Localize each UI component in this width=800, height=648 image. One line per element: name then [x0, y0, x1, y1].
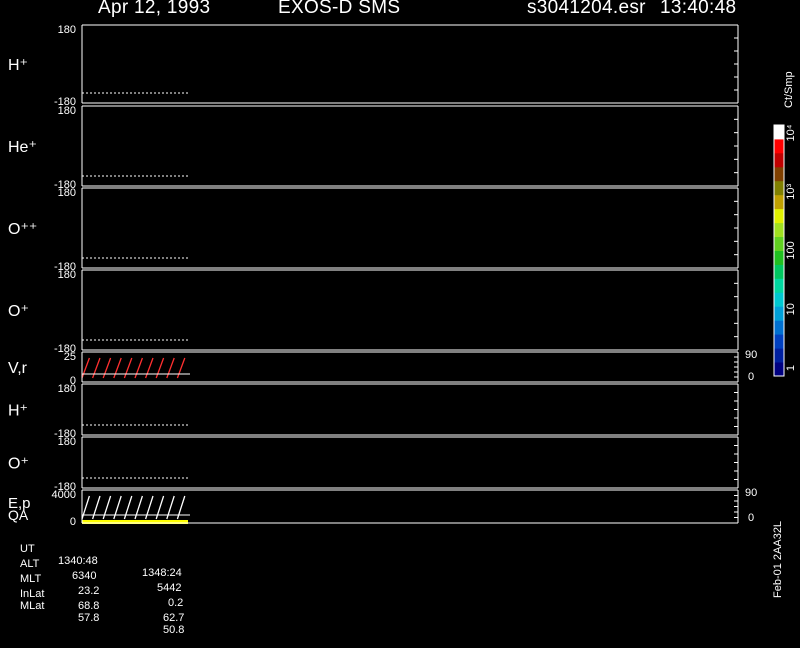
footer-label: MLat: [20, 600, 45, 612]
footer-value-end: 1348:24: [142, 567, 182, 579]
y-axis-max-label: 180: [58, 24, 76, 36]
panel-label: V,r: [8, 360, 28, 377]
footer-value-start: 6340: [72, 570, 97, 582]
y-axis-max-label: 180: [58, 269, 76, 281]
colorbar-segment: [774, 264, 784, 279]
right-axis-max: 90: [745, 349, 757, 361]
colorbar-tick-label: 1: [785, 365, 797, 371]
y-axis-max-label: 180: [58, 436, 76, 448]
colorbar-segment: [774, 125, 784, 140]
right-axis-min: 0: [748, 371, 754, 383]
footer-row-mlat: MLat 57.8 50.8: [20, 588, 184, 648]
colorbar-segment: [774, 250, 784, 265]
panel-label: O⁺: [8, 303, 29, 320]
colorbar-segment: [774, 208, 784, 224]
trace-line: [81, 495, 186, 520]
colorbar-segment: [774, 292, 784, 307]
colorbar-segment: [774, 180, 784, 196]
trace-line: [81, 357, 186, 379]
footer-value-start: 57.8: [78, 612, 100, 624]
footer-value-start: 68.8: [78, 600, 100, 612]
footer-value-start: 23.2: [78, 585, 100, 597]
colorbar-segment: [774, 362, 784, 377]
colorbar-segment: [774, 306, 784, 321]
colorbar-segment: [774, 222, 784, 237]
colorbar-segment: [774, 166, 784, 182]
colorbar-segment: [774, 348, 784, 363]
y-axis-min-label: 0: [70, 516, 76, 528]
colorbar-label: Ct/Smp: [783, 71, 795, 108]
footer-value-end: 62.7: [163, 612, 185, 624]
panel-label-secondary: QA: [8, 507, 29, 523]
colorbar-tick-label: 10³: [785, 184, 797, 200]
panel-label: H⁺: [8, 57, 28, 74]
colorbar-tick-label: 10⁴: [785, 124, 797, 141]
footer-value-end: 5442: [157, 582, 182, 594]
y-axis-max-label: 4000: [52, 489, 76, 501]
colorbar-tick-label: 10: [785, 303, 797, 315]
colorbar-segment: [774, 334, 784, 349]
footer-value-end: 50.8: [163, 624, 185, 636]
colorbar-segment: [774, 138, 784, 154]
colorbar-segment: [774, 320, 784, 335]
colorbar-segment: [774, 194, 784, 210]
colorbar-segment: [774, 236, 784, 251]
panel-label: He⁺: [8, 139, 37, 156]
panel-label: H⁺: [8, 403, 28, 420]
right-axis-min: 0: [748, 512, 754, 524]
colorbar-segment: [774, 278, 784, 293]
colorbar-segment: [774, 152, 784, 168]
y-axis-max-label: 180: [58, 105, 76, 117]
footer-value-end: 0.2: [168, 597, 184, 609]
panel-label: O⁺: [8, 456, 29, 473]
y-axis-max-label: 180: [58, 383, 76, 395]
footer-value-start: 1340:48: [58, 555, 98, 567]
y-axis-max-label: 25: [64, 351, 76, 363]
right-axis-max: 90: [745, 487, 757, 499]
spectrogram-plot: 180-180H⁺180-180He⁺180-180O⁺⁺180-180O⁺90…: [8, 24, 797, 528]
y-axis-max-label: 180: [58, 187, 76, 199]
side-note: Feb-01 2AA32L: [772, 520, 784, 598]
panel-label: O⁺⁺: [8, 221, 37, 238]
colorbar-tick-label: 100: [785, 241, 797, 259]
